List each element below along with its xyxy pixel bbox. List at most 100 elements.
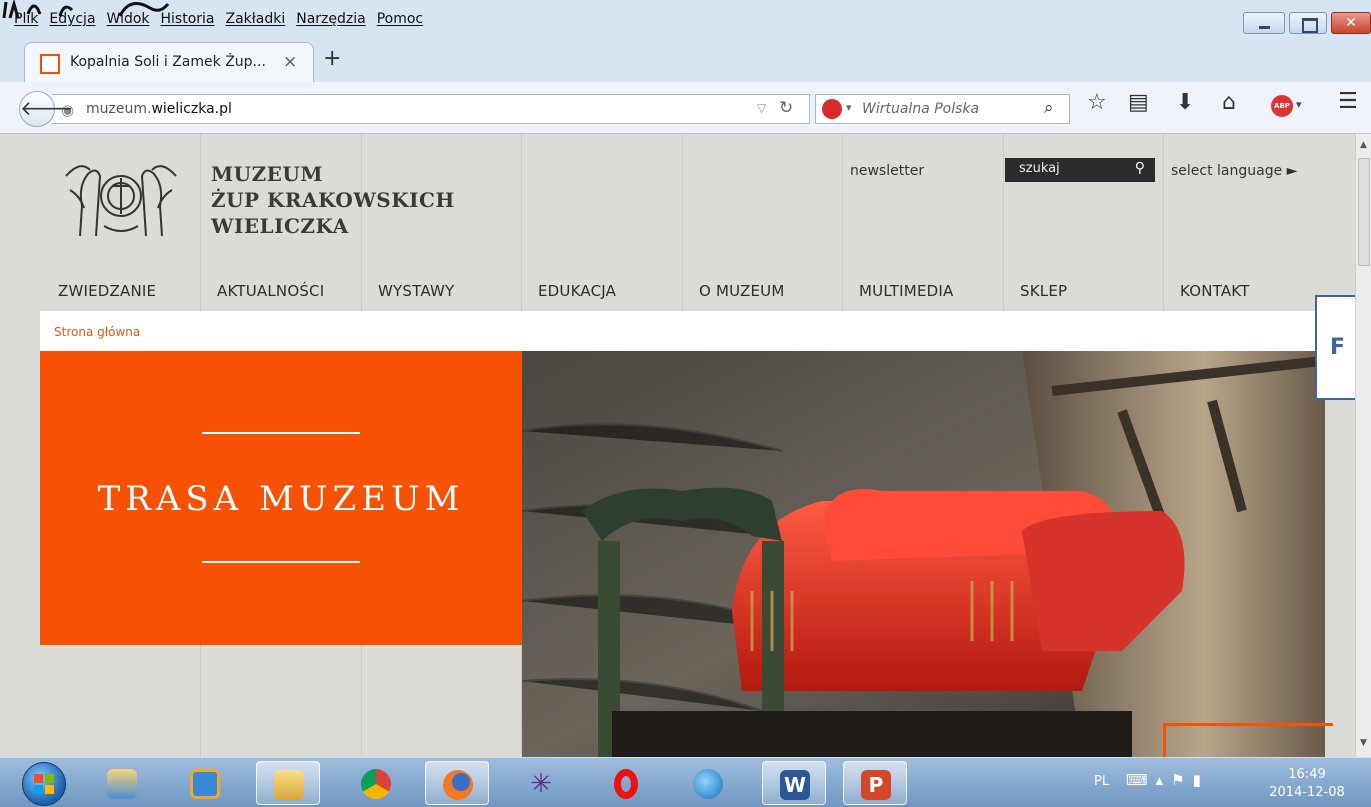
select-language-link[interactable]: select language ► bbox=[1171, 163, 1297, 179]
breadcrumb-home-link[interactable]: Strona główna bbox=[54, 325, 140, 339]
user-accounts-icon bbox=[107, 769, 137, 799]
menu-bar: Plik Edycja Widok Historia Zakładki Narz… bbox=[0, 0, 1371, 38]
file-explorer-icon bbox=[274, 770, 304, 800]
search-icon[interactable]: ⚲ bbox=[1135, 160, 1145, 176]
nav-kontakt[interactable]: KONTAKT bbox=[1180, 282, 1250, 300]
language-indicator[interactable]: PL bbox=[1094, 774, 1109, 789]
search-placeholder: Wirtualna Polska bbox=[862, 101, 980, 117]
start-button[interactable] bbox=[22, 762, 66, 806]
system-clock[interactable]: 16:49 2014-12-08 bbox=[1262, 766, 1352, 802]
maximize-button[interactable] bbox=[1289, 12, 1327, 34]
reading-list-icon[interactable]: ▤ bbox=[1128, 90, 1149, 115]
menu-edit[interactable]: Edycja bbox=[49, 11, 95, 27]
minimize-button[interactable] bbox=[1243, 12, 1285, 34]
nav-edukacja[interactable]: EDUKACJA bbox=[538, 282, 616, 300]
search-icon[interactable]: ⌕ bbox=[1044, 98, 1054, 118]
site-search-input[interactable]: szukaj ⚲ bbox=[1005, 158, 1155, 182]
site-title-line: ŻUP KRAKOWSKICH bbox=[211, 188, 455, 212]
download-icon[interactable]: ⬇ bbox=[1176, 90, 1194, 115]
site-title-line: MUZEUM bbox=[211, 162, 324, 186]
adblock-icon[interactable]: ABP bbox=[1271, 95, 1293, 117]
engine-dropdown-icon[interactable]: ▾ bbox=[846, 101, 852, 114]
hero-divider-top bbox=[202, 432, 360, 434]
facebook-icon: F bbox=[1330, 335, 1346, 360]
home-icon[interactable]: ⌂ bbox=[1222, 90, 1236, 115]
taskbar-file-explorer[interactable] bbox=[256, 761, 320, 805]
nav-o-muzeum[interactable]: O MUZEUM bbox=[699, 282, 785, 300]
taskbar-media-player[interactable] bbox=[173, 761, 237, 805]
site-title[interactable]: MUZEUM ŻUP KRAKOWSKICH WIELICZKA bbox=[211, 161, 455, 239]
back-arrow-icon: 🡐 bbox=[20, 96, 74, 120]
wp-engine-icon bbox=[822, 99, 842, 119]
tray-icons[interactable]: ⌨▴⚑▮ bbox=[1126, 771, 1209, 789]
tab-bar: Kopalnia Soli i Zamek Żup... × + bbox=[0, 38, 1371, 82]
reload-icon[interactable]: ↻ bbox=[779, 98, 793, 118]
page-scrollbar[interactable]: ▲ ▼ bbox=[1355, 134, 1371, 757]
hero-banner[interactable]: TRASA MUZEUM bbox=[40, 351, 522, 645]
tab-close-icon[interactable]: × bbox=[283, 52, 297, 72]
scroll-thumb[interactable] bbox=[1358, 158, 1370, 266]
menu-tools[interactable]: Narzędzia bbox=[296, 11, 365, 27]
hero-title: TRASA MUZEUM bbox=[97, 479, 465, 519]
taskbar-network[interactable] bbox=[676, 761, 740, 805]
url-bar[interactable]: ◉ muzeum.wieliczka.pl ▽ ↻ bbox=[52, 94, 810, 124]
site-favicon-icon bbox=[40, 54, 60, 74]
opera-icon bbox=[614, 769, 638, 799]
powerpoint-icon: P bbox=[861, 770, 891, 800]
scroll-up-icon[interactable]: ▲ bbox=[1360, 140, 1367, 150]
breadcrumb: Strona główna bbox=[40, 311, 1325, 351]
action-center-icon[interactable]: ⚑ bbox=[1171, 771, 1192, 789]
taskbar: ✳ W P PL ⌨▴⚑▮ 16:49 2014-12-08 bbox=[0, 757, 1371, 807]
navigation-toolbar: ◉ muzeum.wieliczka.pl ▽ ↻ 🡐 ▾ Wirtualna … bbox=[0, 82, 1371, 134]
clock-date: 2014-12-08 bbox=[1269, 785, 1345, 800]
nav-sklep[interactable]: SKLEP bbox=[1020, 282, 1067, 300]
hero-photo-salt-mine-carriage bbox=[522, 351, 1325, 757]
taskbar-chrome[interactable] bbox=[344, 761, 408, 805]
menu-view[interactable]: Widok bbox=[107, 11, 150, 27]
new-tab-button[interactable]: + bbox=[323, 46, 341, 71]
network-globe-icon bbox=[693, 769, 723, 799]
facebook-side-widget[interactable]: F bbox=[1315, 295, 1355, 400]
taskbar-firefox[interactable] bbox=[425, 761, 489, 805]
bookmark-star-icon[interactable]: ☆ bbox=[1087, 90, 1107, 115]
clock-time: 16:49 bbox=[1288, 767, 1326, 782]
nav-zwiedzanie[interactable]: ZWIEDZANIE bbox=[58, 282, 156, 300]
show-hidden-icons-icon[interactable]: ▴ bbox=[1156, 771, 1172, 789]
taskbar-powerpoint[interactable]: P bbox=[843, 761, 907, 805]
media-player-icon bbox=[190, 769, 220, 799]
menu-items: Plik Edycja Widok Historia Zakładki Narz… bbox=[14, 11, 423, 27]
menu-bookmarks[interactable]: Zakładki bbox=[226, 11, 286, 27]
taskbar-opera[interactable] bbox=[594, 761, 658, 805]
nav-multimedia[interactable]: MULTIMEDIA bbox=[859, 282, 953, 300]
back-button[interactable]: 🡐 bbox=[19, 91, 74, 127]
keyboard-icon[interactable]: ⌨ bbox=[1126, 771, 1156, 789]
chrome-icon bbox=[361, 769, 391, 799]
menu-file[interactable]: Plik bbox=[14, 11, 38, 27]
menu-history[interactable]: Historia bbox=[161, 11, 215, 27]
museum-logo-emblem[interactable] bbox=[60, 156, 182, 242]
taskbar-user-accounts[interactable] bbox=[90, 761, 154, 805]
taskbar-word[interactable]: W bbox=[762, 761, 826, 805]
taskbar-spider[interactable]: ✳ bbox=[509, 761, 573, 805]
tab-active[interactable]: Kopalnia Soli i Zamek Żup... × bbox=[24, 42, 314, 82]
nav-aktualnosci[interactable]: AKTUALNOŚCI bbox=[217, 282, 324, 300]
word-icon: W bbox=[780, 770, 810, 800]
hero-divider-bottom bbox=[202, 561, 360, 563]
menu-icon[interactable]: ☰ bbox=[1338, 89, 1358, 114]
search-bar[interactable]: ▾ Wirtualna Polska ⌕ bbox=[815, 94, 1070, 124]
site-search-placeholder: szukaj bbox=[1019, 161, 1060, 176]
orange-frame-decoration bbox=[1163, 723, 1333, 757]
adblock-dropdown-icon[interactable]: ▾ bbox=[1296, 98, 1302, 111]
spider-icon: ✳ bbox=[530, 769, 552, 799]
firefox-icon bbox=[443, 770, 473, 800]
page-viewport: MUZEUM ŻUP KRAKOWSKICH WIELICZKA newslet… bbox=[0, 134, 1355, 757]
url-text: muzeum.wieliczka.pl bbox=[86, 101, 232, 117]
close-window-button[interactable]: ✕ bbox=[1331, 12, 1371, 34]
tab-title: Kopalnia Soli i Zamek Żup... bbox=[70, 54, 266, 70]
scroll-down-icon[interactable]: ▼ bbox=[1360, 738, 1367, 748]
power-icon[interactable]: ▮ bbox=[1193, 771, 1209, 789]
history-dropdown-icon[interactable]: ▽ bbox=[757, 101, 766, 115]
menu-help[interactable]: Pomoc bbox=[377, 11, 423, 27]
newsletter-link[interactable]: newsletter bbox=[850, 163, 924, 179]
nav-wystawy[interactable]: WYSTAWY bbox=[378, 282, 454, 300]
